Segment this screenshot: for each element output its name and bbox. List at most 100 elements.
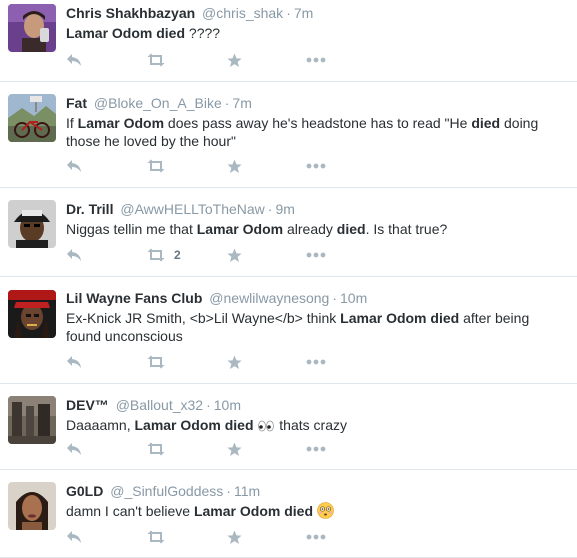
tweet-timestamp[interactable]: 7m (232, 95, 251, 111)
tweet-text-segment: . Is that true? (365, 221, 448, 237)
more-options-button[interactable] (306, 50, 326, 70)
retweet-icon (146, 159, 166, 173)
tweet[interactable]: G0LD @_SinfulGoddess · 11m damn I can't be… (0, 470, 577, 558)
separator-dot: · (224, 95, 230, 111)
avatar[interactable] (8, 482, 56, 530)
author-name[interactable]: Chris Shakhbazyan (66, 5, 195, 21)
reply-button[interactable] (66, 439, 82, 459)
highlighted-keyword: Lamar Odom died (134, 417, 254, 433)
reply-icon (66, 442, 82, 456)
more-options-button[interactable] (306, 245, 326, 265)
retweet-count: 2 (174, 248, 181, 262)
reply-icon (66, 248, 82, 262)
reply-icon (66, 53, 82, 67)
star-icon (227, 530, 242, 545)
more-dots-icon (306, 534, 326, 540)
author-handle[interactable]: @Ballout_x32 (116, 397, 203, 413)
more-dots-icon (306, 359, 326, 365)
reply-icon (66, 159, 82, 173)
author-handle[interactable]: @AwwHELLToTheNaw (120, 201, 264, 217)
reply-button[interactable] (66, 527, 82, 547)
author-name[interactable]: Dr. Trill (66, 201, 113, 217)
author-handle[interactable]: @_SinfulGoddess (110, 483, 223, 499)
avatar[interactable] (8, 290, 56, 338)
retweet-icon (146, 355, 166, 369)
separator-dot: · (267, 201, 273, 217)
tweet-text-segment: Niggas tellin me that (66, 221, 197, 237)
reply-button[interactable] (66, 352, 82, 372)
author-name[interactable]: G0LD (66, 483, 103, 499)
tweet-text-segment: already (283, 221, 337, 237)
more-dots-icon (306, 446, 326, 452)
avatar[interactable] (8, 200, 56, 248)
star-icon (227, 53, 242, 68)
tweet-text-segment: ???? (185, 25, 221, 41)
favorite-button[interactable] (227, 50, 242, 70)
reply-button[interactable] (66, 50, 82, 70)
avatar[interactable] (8, 396, 56, 444)
tweet-text: Lamar Odom died ???? (66, 24, 567, 42)
retweet-icon (146, 248, 166, 262)
tweet-actions (66, 527, 366, 547)
tweet-text: Daaaamn, Lamar Odom died thats crazy (66, 416, 567, 434)
favorite-button[interactable] (227, 439, 242, 459)
retweet-icon (146, 53, 166, 67)
tweet-text: If Lamar Odom does pass away he's headst… (66, 114, 567, 150)
tweet-timestamp[interactable]: 11m (234, 483, 260, 499)
retweet-button[interactable] (146, 527, 166, 547)
tweet[interactable]: Dr. Trill @AwwHELLToTheNaw · 9m Niggas tel… (0, 188, 577, 277)
favorite-button[interactable] (227, 156, 242, 176)
tweet-timestamp[interactable]: 10m (340, 290, 367, 306)
highlighted-keyword: died (471, 115, 501, 131)
separator-dot: · (206, 397, 211, 413)
retweet-button[interactable]: 2 (146, 245, 181, 265)
retweet-button[interactable] (146, 156, 166, 176)
tweet-timestamp[interactable]: 10m (214, 397, 241, 413)
author-name[interactable]: Fat (66, 95, 87, 111)
author-name[interactable]: Lil Wayne Fans Club (66, 290, 202, 306)
tweet[interactable]: DEV™ @Ballout_x32 · 10m Daaaamn, Lamar Odo… (0, 384, 577, 470)
avatar[interactable] (8, 94, 56, 142)
highlighted-keyword: died (336, 221, 366, 237)
more-options-button[interactable] (306, 156, 326, 176)
author-handle[interactable]: @newlilwaynesong (209, 290, 329, 306)
tweet[interactable]: Fat @Bloke_On_A_Bike · 7m If Lamar Odom do… (0, 82, 577, 188)
reply-button[interactable] (66, 156, 82, 176)
tweet-timestamp[interactable]: 9m (275, 201, 294, 217)
favorite-button[interactable] (227, 245, 242, 265)
highlighted-keyword: Lamar Odom died (66, 25, 186, 41)
tweet-text-segment: does pass away he's headstone has to rea… (164, 115, 472, 131)
tweet-text-segment: If (66, 115, 78, 131)
tweet-actions (66, 50, 366, 70)
author-name[interactable]: DEV™ (66, 397, 109, 413)
star-icon (227, 248, 242, 263)
retweet-button[interactable] (146, 352, 166, 372)
star-icon (227, 159, 242, 174)
author-handle[interactable]: @chris_shak (202, 5, 283, 21)
retweet-button[interactable] (146, 50, 166, 70)
tweet-actions (66, 352, 366, 372)
more-options-button[interactable] (306, 439, 326, 459)
tweet-text: Ex-Knick JR Smith, <b>Lil Wayne</b> thin… (66, 309, 567, 345)
favorite-button[interactable] (227, 352, 242, 372)
reply-icon (66, 355, 82, 369)
tweet[interactable]: Lil Wayne Fans Club @newlilwaynesong · 10m… (0, 277, 577, 384)
favorite-button[interactable] (227, 527, 242, 547)
tweet-actions (66, 439, 366, 459)
reply-button[interactable] (66, 245, 82, 265)
tweet[interactable]: Chris Shakhbazyan @chris_shak · 7m Lamar O… (0, 0, 577, 82)
reply-icon (66, 530, 82, 544)
highlighted-keyword: Lamar Odom (77, 115, 165, 131)
star-icon (227, 355, 242, 370)
more-dots-icon (306, 57, 326, 63)
avatar[interactable] (8, 4, 56, 52)
more-options-button[interactable] (306, 352, 326, 372)
tweet-text: Niggas tellin me that Lamar Odom already… (66, 220, 567, 238)
tweet-timestamp[interactable]: 7m (294, 5, 313, 21)
author-handle[interactable]: @Bloke_On_A_Bike (94, 95, 222, 111)
tweet-text-segment: Daaaamn, (66, 417, 135, 433)
more-options-button[interactable] (306, 527, 326, 547)
tweet-text-segment: thats crazy (275, 417, 347, 433)
retweet-button[interactable] (146, 439, 166, 459)
highlighted-keyword: Lamar Odom died (193, 503, 313, 519)
